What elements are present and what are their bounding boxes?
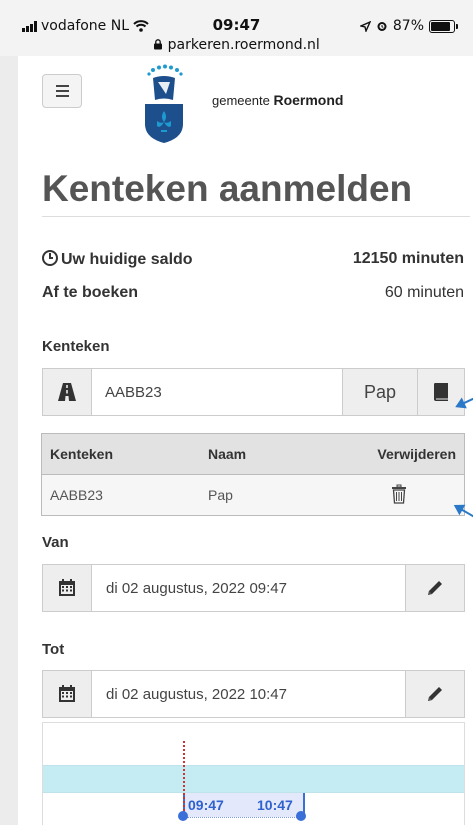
page: gemeente Roermond Kenteken aanmelden Uw … (18, 56, 473, 825)
page-title: Kenteken aanmelden (42, 168, 413, 209)
menu-button[interactable] (42, 74, 82, 108)
lock-icon (154, 39, 163, 50)
alarm-icon (377, 22, 387, 31)
kenteken-label: Kenteken (42, 338, 110, 355)
kenteken-name[interactable]: Pap (343, 369, 418, 415)
divider (42, 216, 470, 217)
range-baseline (187, 817, 301, 818)
kenteken-table: Kenteken Naam Verwijderen AABB23 Pap (41, 433, 465, 516)
range-end-label: 10:47 (257, 797, 293, 813)
battery-icon (429, 19, 458, 33)
pencil-icon (428, 687, 442, 701)
brand-name: gemeente Roermond (212, 92, 344, 108)
kenteken-input-group: Pap (42, 368, 465, 416)
address-bar[interactable]: parkeren.roermond.nl (0, 37, 473, 53)
van-input-group: di 02 augustus, 2022 09:47 (42, 564, 465, 612)
deduct-label: Af te boeken (42, 284, 139, 301)
van-edit-button[interactable] (406, 565, 464, 611)
van-label: Van (42, 534, 69, 551)
tot-datetime[interactable]: di 02 augustus, 2022 10:47 (92, 671, 406, 717)
table-row[interactable]: AABB23 Pap (41, 474, 465, 516)
deduct-value: 60 minuten (384, 284, 464, 301)
tot-input-group: di 02 augustus, 2022 10:47 (42, 670, 465, 718)
row-kenteken: AABB23 (41, 474, 188, 516)
clock-icon (42, 250, 58, 266)
current-time-marker (183, 741, 185, 815)
calendar-icon (43, 565, 92, 611)
roermond-logo (145, 64, 183, 143)
time-slider[interactable]: 09:47 10:47 (42, 722, 465, 825)
road-icon (43, 369, 92, 415)
kenteken-input[interactable] (92, 369, 343, 415)
current-balance-value: 12150 minuten (352, 250, 464, 267)
url-text: parkeren.roermond.nl (167, 37, 320, 53)
tot-label: Tot (42, 641, 65, 658)
van-datetime[interactable]: di 02 augustus, 2022 09:47 (92, 565, 406, 611)
battery-percent: 87% (392, 18, 424, 34)
row-naam: Pap (188, 474, 302, 516)
hamburger-icon (55, 85, 69, 87)
range-start-handle[interactable] (178, 811, 188, 821)
current-balance-label: Uw huidige saldo (42, 250, 193, 269)
trash-icon (391, 484, 406, 504)
pencil-icon (428, 581, 442, 595)
range-end-handle[interactable] (296, 811, 306, 821)
timeline-band (43, 765, 464, 793)
table-header: Kenteken Naam Verwijderen (41, 433, 465, 475)
calendar-icon (43, 671, 92, 717)
status-right: 87% (359, 18, 458, 34)
col-verwijderen: Verwijderen (301, 433, 465, 475)
tot-edit-button[interactable] (406, 671, 464, 717)
col-naam: Naam (188, 433, 302, 475)
range-start-label: 09:47 (188, 797, 224, 813)
col-kenteken: Kenteken (41, 433, 188, 475)
delete-button[interactable] (301, 474, 465, 516)
status-bar: vodafone NL 09:47 87% parkeren.roermond.… (0, 0, 473, 56)
location-icon (359, 20, 371, 32)
book-icon (434, 383, 448, 401)
